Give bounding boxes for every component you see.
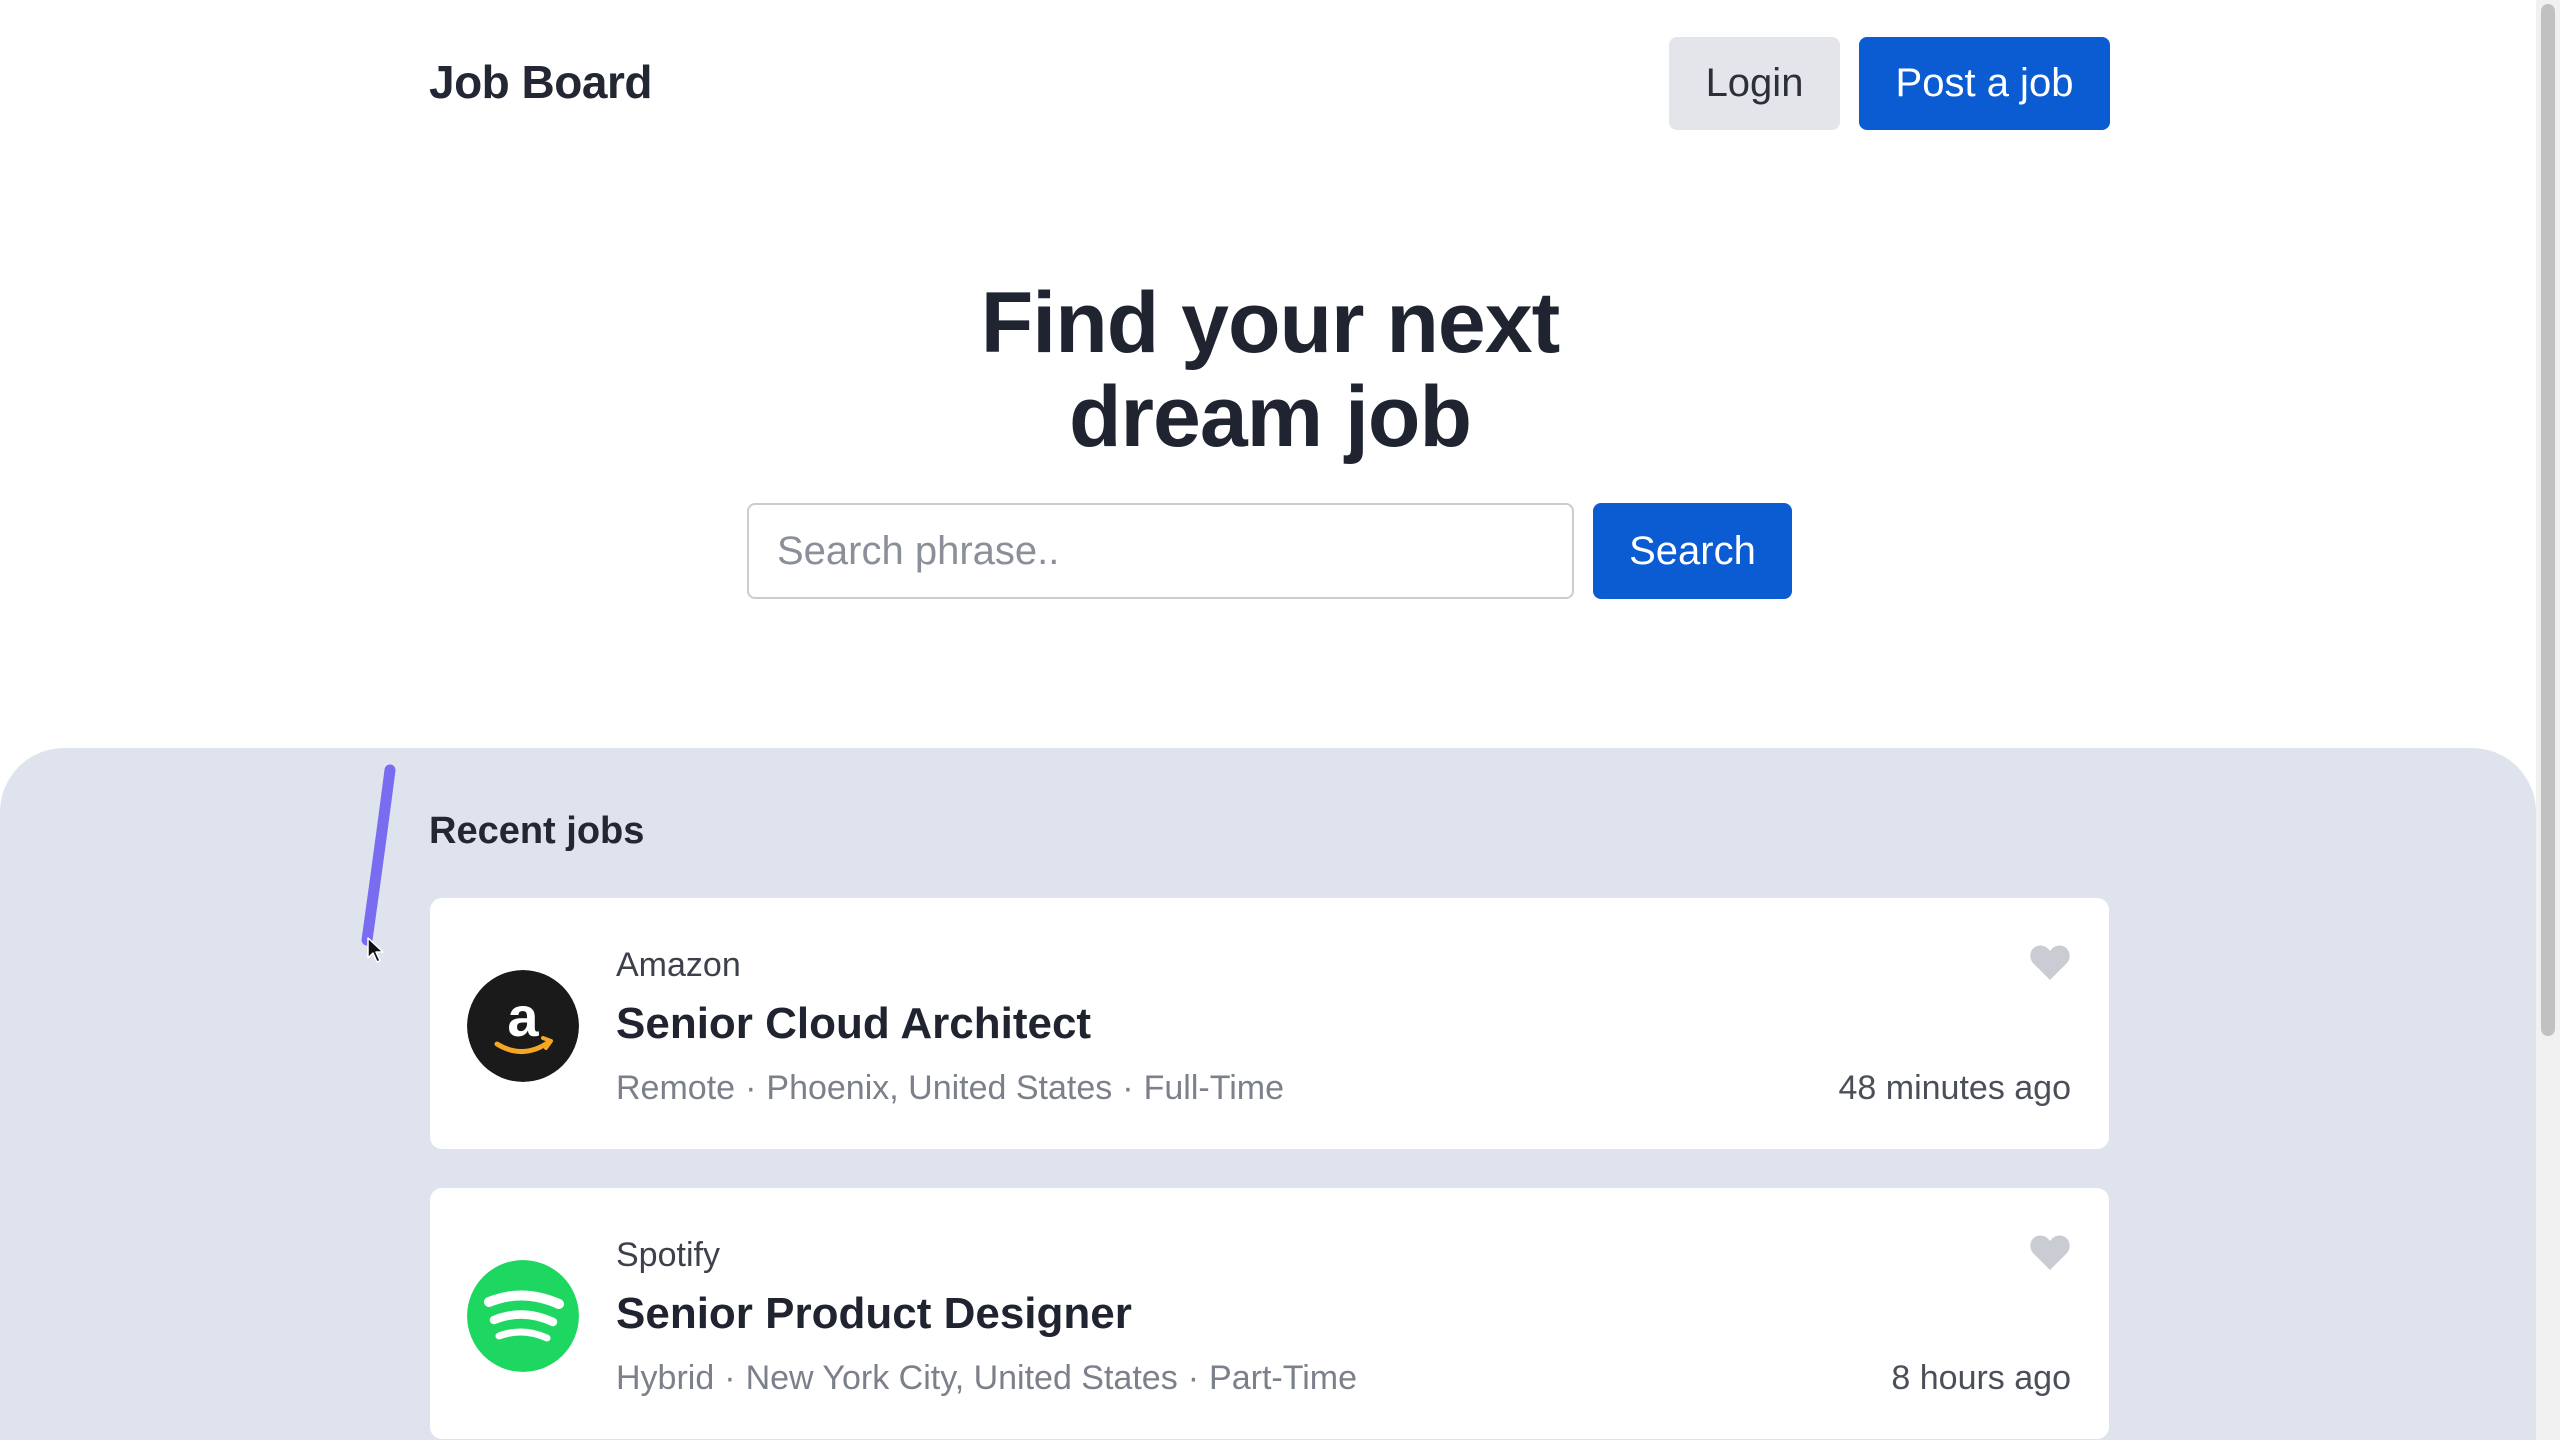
job-board-page: Job Board Login Post a job Find your nex… xyxy=(0,0,2560,1440)
job-meta: Remote · Phoenix, United States · Full-Time xyxy=(616,1069,1285,1107)
job-work-mode: Remote xyxy=(616,1069,736,1107)
job-card[interactable]: Spotify Senior Product Designer Hybrid · N… xyxy=(430,1188,2109,1439)
hero-title-line2: dream job xyxy=(1069,369,1472,465)
job-card[interactable]: a Amazon Senior Cloud Architect Remote · P… xyxy=(430,898,2109,1149)
search-button[interactable]: Search xyxy=(1593,503,1792,599)
site-header: Job Board Login Post a job xyxy=(428,37,2110,130)
hero-title-line1: Find your next xyxy=(980,275,1560,371)
search-bar: Search xyxy=(747,503,1792,599)
amazon-logo-icon: a xyxy=(467,970,579,1082)
job-work-mode: Hybrid xyxy=(616,1359,715,1397)
posted-time: 48 minutes ago xyxy=(1838,1069,2072,1107)
search-input[interactable] xyxy=(747,503,1574,599)
post-job-button[interactable]: Post a job xyxy=(1859,37,2110,130)
login-button[interactable]: Login xyxy=(1669,37,1840,130)
heart-icon[interactable] xyxy=(2029,944,2071,982)
spotify-logo-icon xyxy=(467,1260,579,1372)
job-meta: Hybrid · New York City, United States · Part… xyxy=(616,1359,1358,1397)
recent-jobs-heading: Recent jobs xyxy=(429,810,645,852)
job-title[interactable]: Senior Product Designer xyxy=(616,1289,1132,1339)
brand-logo[interactable]: Job Board xyxy=(429,55,652,109)
job-location: Phoenix, United States xyxy=(766,1069,1113,1107)
recent-jobs-section: Recent jobs a Amazon Senior Cloud Archit… xyxy=(0,748,2536,1440)
svg-text:a: a xyxy=(507,985,539,1048)
posted-time: 8 hours ago xyxy=(1891,1359,2071,1397)
job-employment-type: Part-Time xyxy=(1209,1359,1358,1397)
heart-icon[interactable] xyxy=(2029,1234,2071,1272)
company-name: Amazon xyxy=(616,946,741,984)
page-scrollbar[interactable] xyxy=(2536,0,2560,1440)
job-title[interactable]: Senior Cloud Architect xyxy=(616,999,1091,1049)
company-name: Spotify xyxy=(616,1236,720,1274)
job-employment-type: Full-Time xyxy=(1143,1069,1285,1107)
job-location: New York City, United States xyxy=(745,1359,1178,1397)
scrollbar-thumb[interactable] xyxy=(2541,4,2555,1036)
hero-title: Find your next dream job xyxy=(880,276,1660,464)
